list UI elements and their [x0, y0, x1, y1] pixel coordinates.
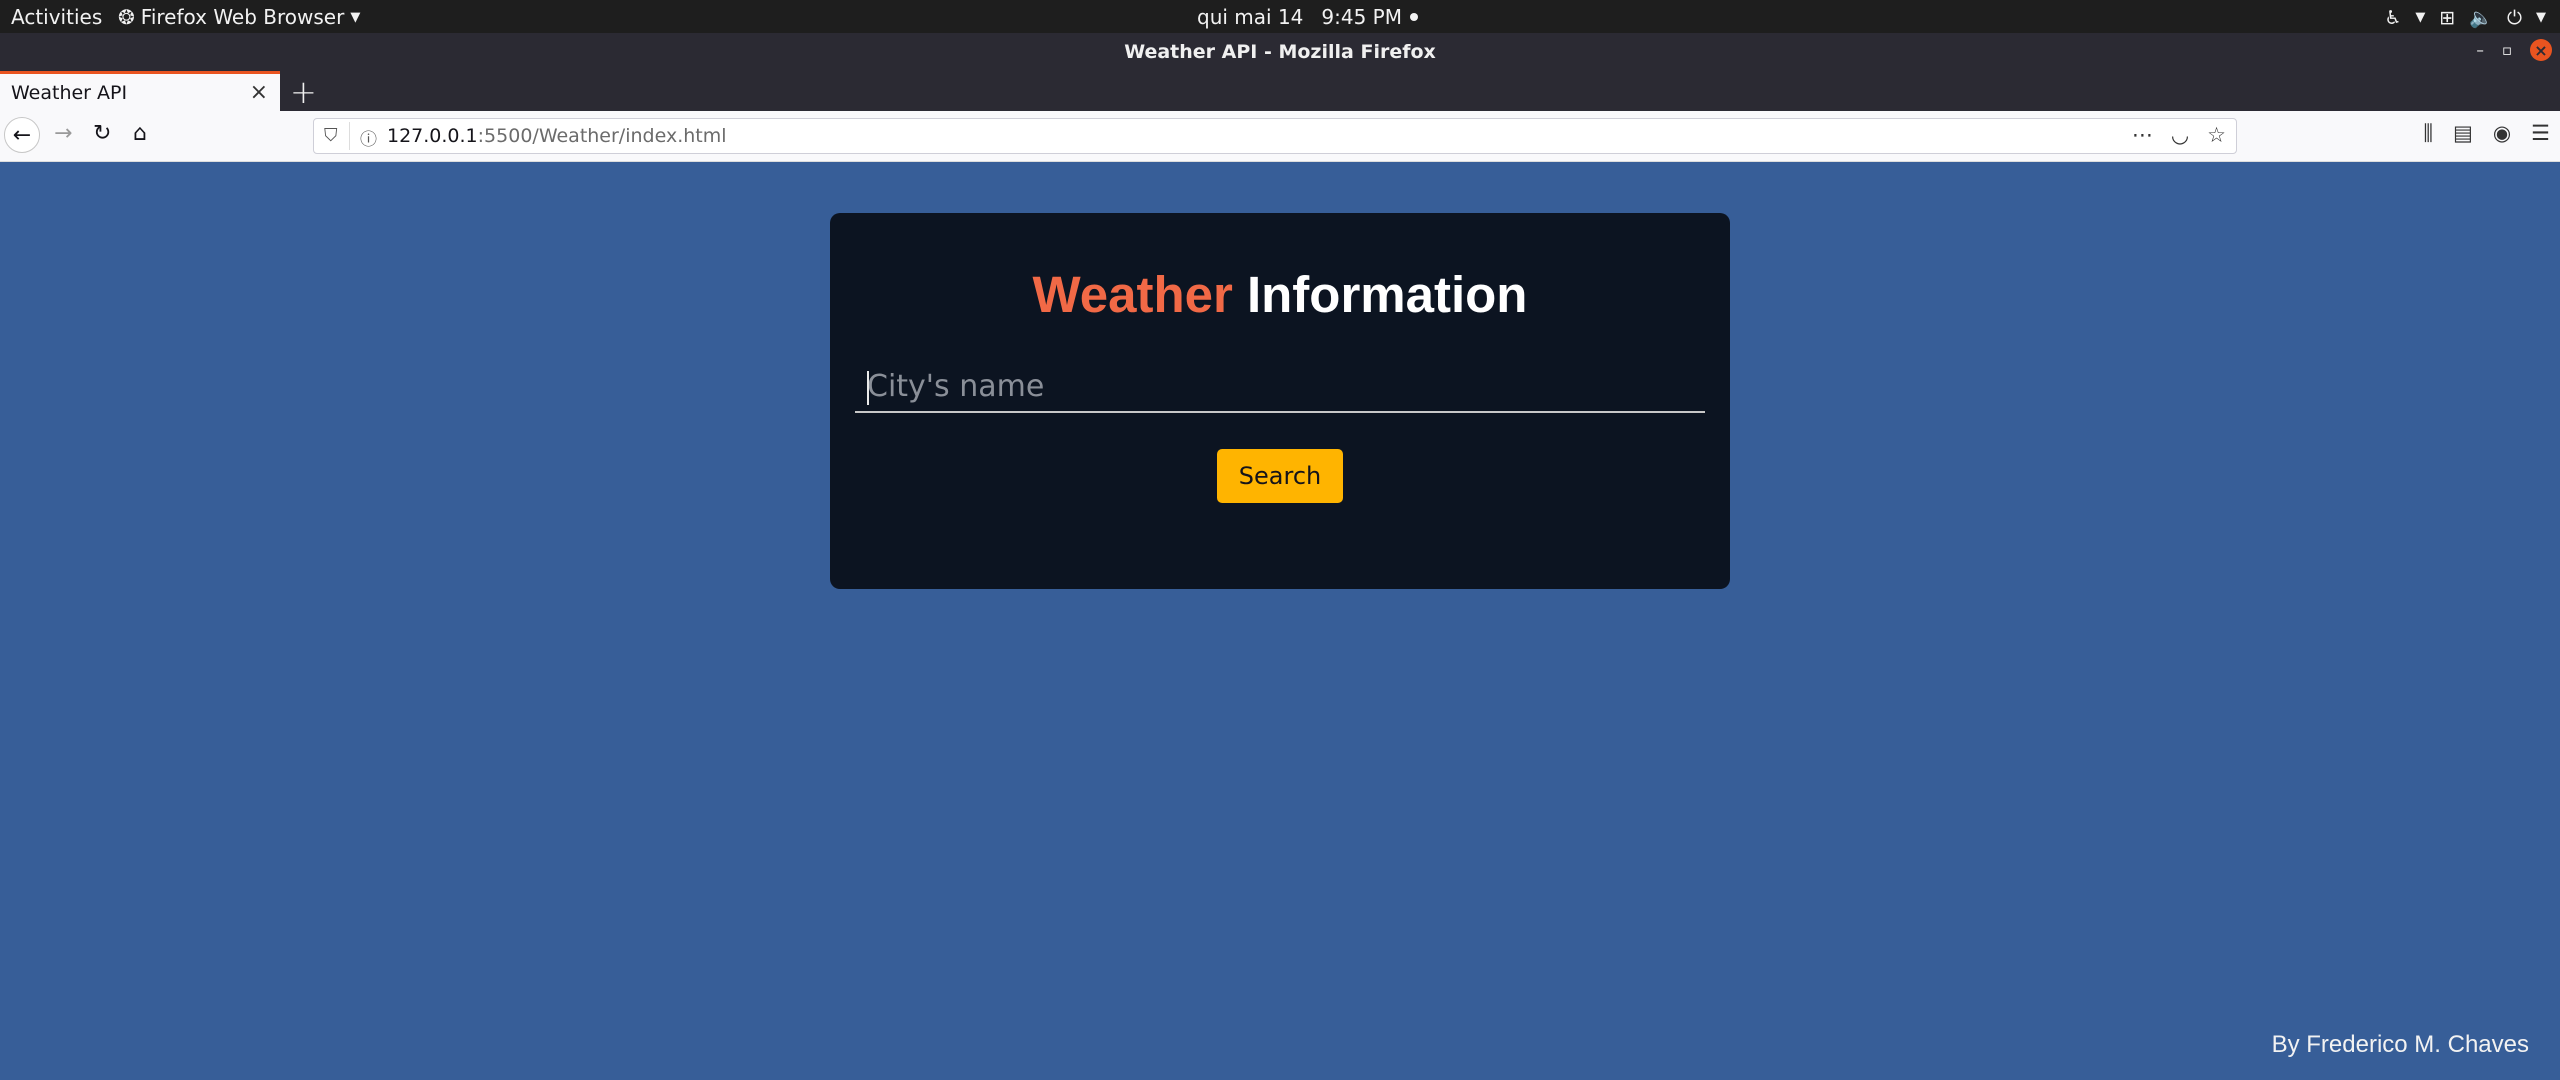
bookmark-star-icon[interactable]: ☆: [2207, 123, 2226, 147]
url-bar-divider: [349, 122, 350, 150]
chevron-down-icon: ▼: [350, 9, 361, 25]
url-text[interactable]: 127.0.0.1:5500/Weather/index.html: [387, 125, 727, 147]
tab-weather-api[interactable]: Weather API ×: [0, 71, 280, 111]
city-name-input[interactable]: [855, 361, 1705, 413]
clock-time: 9:45 PM: [1321, 5, 1402, 29]
url-path: :5500/Weather/index.html: [477, 125, 727, 147]
chevron-down-icon: ▼: [2536, 10, 2546, 25]
url-bar[interactable]: ⛉ ⓘ 127.0.0.1:5500/Weather/index.html ⋯ …: [313, 118, 2237, 154]
volume-icon[interactable]: 🔈: [2469, 6, 2493, 29]
toolbar-right: ⫼ ▤ ◉ ☰: [2423, 121, 2550, 146]
power-icon[interactable]: ⏻: [2507, 7, 2522, 29]
url-host: 127.0.0.1: [387, 125, 478, 147]
weather-card: Weather Information Search: [830, 213, 1730, 589]
minimize-icon[interactable]: –: [2476, 41, 2484, 59]
system-top-bar: Activities ❂ Firefox Web Browser ▼ qui m…: [0, 0, 2560, 33]
chevron-down-icon: ▼: [2415, 10, 2426, 25]
new-tab-icon[interactable]: +: [290, 73, 317, 111]
account-icon[interactable]: ◉: [2493, 121, 2511, 146]
library-icon[interactable]: ⫼: [2423, 121, 2433, 146]
hamburger-menu-icon[interactable]: ☰: [2531, 121, 2550, 146]
network-icon[interactable]: ⊞: [2439, 7, 2455, 29]
url-bar-actions: ⋯ ◡ ☆: [2132, 123, 2226, 147]
pocket-icon[interactable]: ◡: [2171, 123, 2189, 147]
app-menu-label: Firefox Web Browser: [140, 5, 345, 29]
accessibility-icon[interactable]: ♿: [2384, 7, 2401, 29]
page-title-rest: Information: [1246, 266, 1528, 323]
window-title: Weather API - Mozilla Firefox: [1124, 41, 1436, 63]
tab-strip: Weather API × +: [0, 71, 2560, 111]
site-info-icon[interactable]: ⓘ: [360, 125, 377, 150]
search-button[interactable]: Search: [1217, 449, 1343, 503]
close-tab-icon[interactable]: ×: [250, 80, 268, 105]
app-menu[interactable]: ❂ Firefox Web Browser ▼: [118, 5, 360, 29]
window-title-bar: Weather API - Mozilla Firefox – ▫ ×: [0, 33, 2560, 71]
clock[interactable]: qui mai 14 9:45 PM: [1197, 5, 1418, 29]
back-arrow-icon[interactable]: ←: [4, 117, 40, 153]
page-title-accent: Weather: [1032, 266, 1233, 323]
page-title: Weather Information: [830, 265, 1730, 324]
notification-dot-icon: [1409, 13, 1418, 21]
restore-icon[interactable]: ▫: [2502, 41, 2512, 59]
home-icon[interactable]: ⌂: [133, 121, 147, 146]
text-caret: [867, 371, 869, 405]
system-tray[interactable]: ♿ ▼ ⊞ 🔈 ⏻ ▼: [2384, 6, 2546, 30]
window-controls: – ▫ ×: [2476, 39, 2552, 61]
navigation-bar: ← → ↻ ⌂ ⛉ ⓘ 127.0.0.1:5500/Weather/index…: [0, 111, 2560, 162]
clock-date: qui mai 14: [1197, 5, 1304, 29]
tab-label: Weather API: [11, 81, 128, 104]
close-window-icon[interactable]: ×: [2530, 39, 2552, 61]
footer-credit: By Frederico M. Chaves: [2271, 1031, 2529, 1058]
more-actions-icon[interactable]: ⋯: [2132, 123, 2153, 147]
sidebar-icon[interactable]: ▤: [2453, 121, 2473, 146]
firefox-icon: ❂: [118, 5, 135, 29]
reload-icon[interactable]: ↻: [93, 121, 111, 146]
activities-button[interactable]: Activities: [11, 5, 102, 29]
forward-arrow-icon[interactable]: →: [54, 121, 72, 146]
tracking-shield-icon[interactable]: ⛉: [324, 125, 338, 146]
